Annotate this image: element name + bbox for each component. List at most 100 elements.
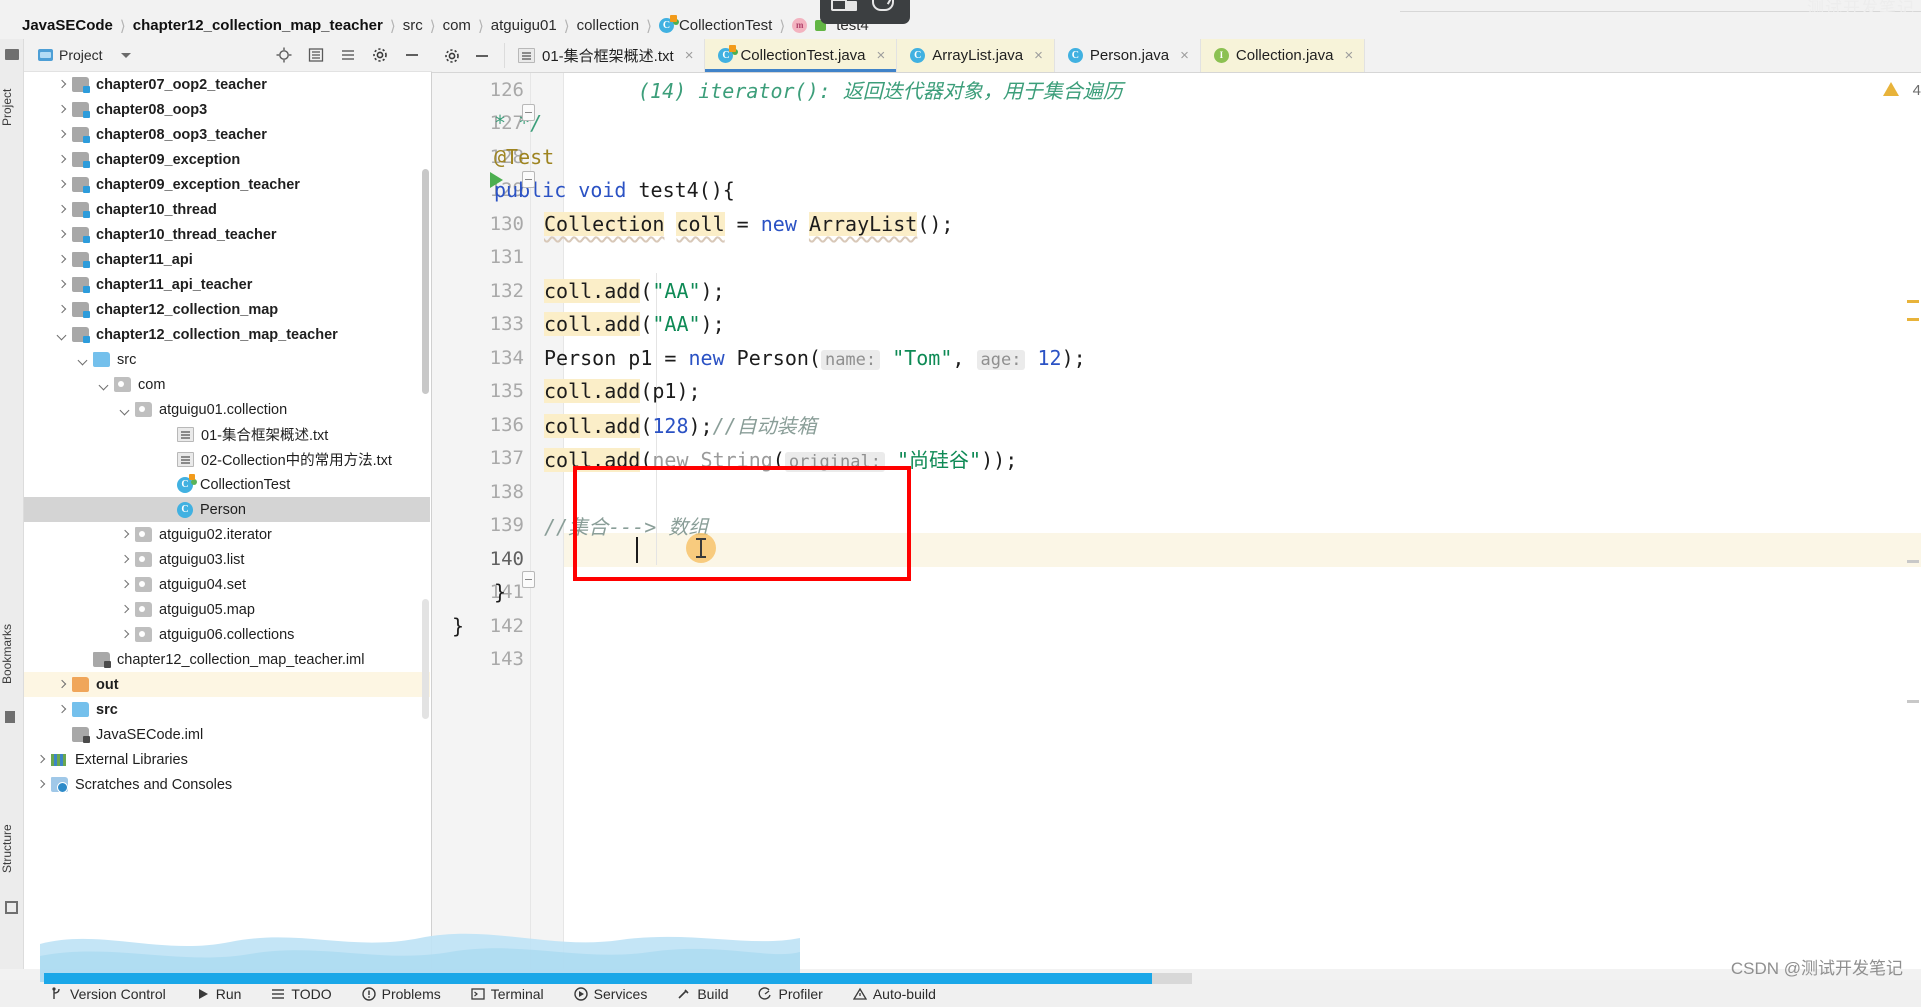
close-icon[interactable]: ×	[1344, 47, 1353, 64]
chevron-right-icon[interactable]	[55, 178, 69, 192]
code-line[interactable]: 131	[432, 241, 1921, 275]
code-line[interactable]: 132 coll.add("AA");	[432, 274, 1921, 308]
code-line[interactable]: 134 Person p1 = new Person(name: "Tom", a…	[432, 341, 1921, 375]
tree-node[interactable]: com	[24, 372, 430, 397]
editor-marker[interactable]	[1907, 300, 1919, 303]
editor-tab[interactable]: C ArrayList.java ×	[897, 39, 1055, 72]
editor-tab[interactable]: C CollectionTest.java ×	[705, 39, 898, 72]
tree-node[interactable]: out	[24, 672, 430, 697]
status-bar-item-terminal[interactable]: Terminal	[471, 986, 544, 1002]
tree-node[interactable]: chapter07_oop2_teacher	[24, 72, 430, 97]
tree-node[interactable]: src	[24, 697, 430, 722]
status-bar-item-services[interactable]: Services	[573, 986, 647, 1002]
status-bar-item-profiler[interactable]: Profiler	[758, 986, 823, 1002]
expand-all-icon[interactable]	[340, 47, 356, 63]
chevron-right-icon[interactable]	[55, 228, 69, 242]
editor-tab[interactable]: 01-集合框架概述.txt ×	[505, 39, 706, 72]
code-line[interactable]: 129 public void test4(){	[432, 174, 1921, 208]
settings-gear-icon[interactable]	[372, 47, 388, 63]
tree-node[interactable]: chapter11_api	[24, 247, 430, 272]
code-line[interactable]: 133 coll.add("AA");	[432, 308, 1921, 342]
chevron-down-icon[interactable]	[97, 378, 111, 392]
breadcrumb-item-com[interactable]: com	[443, 17, 471, 34]
chevron-right-icon[interactable]	[55, 303, 69, 317]
status-bar-item-auto-build[interactable]: Auto-build	[852, 986, 936, 1002]
code-line[interactable]: 136 coll.add(128);//自动装箱	[432, 408, 1921, 442]
code-line[interactable]: 126 (14) iterator(): 返回迭代器对象，用于集合遍历	[432, 73, 1921, 107]
chevron-right-icon[interactable]	[55, 78, 69, 92]
chevron-right-icon[interactable]	[118, 628, 132, 642]
breadcrumb-item-module[interactable]: chapter12_collection_map_teacher	[133, 17, 383, 34]
code-line[interactable]: 128 @Test	[432, 140, 1921, 174]
chevron-right-icon[interactable]	[55, 128, 69, 142]
chevron-down-icon[interactable]	[120, 52, 131, 58]
structure-icon[interactable]	[5, 901, 19, 915]
chevron-down-icon[interactable]	[76, 353, 90, 367]
editor-tab-bar[interactable]: 01-集合框架概述.txt × C CollectionTest.java × C Arra…	[432, 39, 1921, 73]
close-icon[interactable]: ×	[1180, 47, 1189, 64]
code-line[interactable]: 130 Collection coll = new ArrayList();	[432, 207, 1921, 241]
tree-node[interactable]: chapter08_oop3_teacher	[24, 122, 430, 147]
breadcrumb-item-javasecode[interactable]: JavaSECode	[22, 17, 113, 34]
tree-node[interactable]: 01-集合框架概述.txt	[24, 422, 430, 447]
tree-node[interactable]: chapter11_api_teacher	[24, 272, 430, 297]
fold-marker-icon[interactable]	[522, 104, 535, 121]
tree-scrollbar-track[interactable]	[422, 599, 429, 719]
tree-node[interactable]: C Person	[24, 497, 430, 522]
sidebar-item-structure[interactable]: Structure	[0, 799, 24, 899]
locate-icon[interactable]	[276, 47, 292, 63]
chevron-right-icon[interactable]	[55, 703, 69, 717]
tree-node[interactable]: chapter10_thread_teacher	[24, 222, 430, 247]
tree-node[interactable]: chapter12_collection_map_teacher	[24, 322, 430, 347]
tree-scrollbar-thumb[interactable]	[422, 169, 429, 394]
tree-node[interactable]: External Libraries	[24, 747, 430, 772]
breadcrumb-item-atguigu01[interactable]: atguigu01	[491, 17, 557, 34]
status-bar-item-todo[interactable]: TODO	[271, 986, 332, 1002]
tree-node[interactable]: atguigu04.set	[24, 572, 430, 597]
tree-node[interactable]: chapter12_collection_map	[24, 297, 430, 322]
tree-node[interactable]: atguigu05.map	[24, 597, 430, 622]
project-tree[interactable]: chapter07_oop2_teacher chapter08_oop3 chap…	[24, 72, 430, 932]
tabbar-hide-icon[interactable]	[474, 48, 490, 64]
breadcrumb[interactable]: JavaSECode ⟩ chapter12_collection_map_te…	[0, 12, 1921, 39]
tree-node[interactable]: chapter09_exception	[24, 147, 430, 172]
project-panel-title-group[interactable]: Project	[38, 47, 131, 63]
breadcrumb-item-collection[interactable]: collection	[577, 17, 640, 34]
tree-node[interactable]: src	[24, 347, 430, 372]
tree-node[interactable]: atguigu06.collections	[24, 622, 430, 647]
status-bar-item-version-control[interactable]: Version Control	[50, 986, 166, 1002]
hide-panel-icon[interactable]	[404, 47, 420, 63]
editor-tab[interactable]: C Person.java ×	[1055, 39, 1201, 72]
chevron-right-icon[interactable]	[118, 553, 132, 567]
editor-marker[interactable]	[1907, 318, 1919, 321]
close-icon[interactable]: ×	[877, 47, 886, 64]
chevron-right-icon[interactable]	[55, 278, 69, 292]
collapse-all-icon[interactable]	[308, 47, 324, 63]
chevron-right-icon[interactable]	[55, 203, 69, 217]
status-bar-item-build[interactable]: Build	[677, 986, 728, 1002]
chevron-right-icon[interactable]	[55, 253, 69, 267]
code-line[interactable]: 142}	[432, 609, 1921, 643]
chevron-right-icon[interactable]	[55, 103, 69, 117]
chevron-right-icon[interactable]	[118, 578, 132, 592]
breadcrumb-item-src[interactable]: src	[403, 17, 423, 34]
code-line[interactable]: 127 * */	[432, 107, 1921, 141]
sidebar-item-bookmarks[interactable]: Bookmarks	[0, 599, 24, 709]
close-icon[interactable]: ×	[685, 47, 694, 64]
warning-triangle-icon[interactable]	[1883, 82, 1899, 96]
tree-node[interactable]: atguigu03.list	[24, 547, 430, 572]
tree-node[interactable]: atguigu01.collection	[24, 397, 430, 422]
chevron-right-icon[interactable]	[118, 528, 132, 542]
chevron-down-icon[interactable]	[55, 328, 69, 342]
tree-node[interactable]: atguigu02.iterator	[24, 522, 430, 547]
tabbar-settings-gear-icon[interactable]	[444, 48, 460, 64]
fold-marker-icon[interactable]	[522, 171, 535, 188]
code-line[interactable]: 143	[432, 643, 1921, 677]
tree-node[interactable]: chapter12_collection_map_teacher.iml	[24, 647, 430, 672]
tree-node[interactable]: JavaSECode.iml	[24, 722, 430, 747]
chevron-right-icon[interactable]	[118, 603, 132, 617]
tree-node[interactable]: chapter09_exception_teacher	[24, 172, 430, 197]
editor-marker[interactable]	[1907, 700, 1919, 703]
run-test-gutter-icon[interactable]	[490, 172, 503, 188]
chevron-right-icon[interactable]	[34, 778, 48, 792]
